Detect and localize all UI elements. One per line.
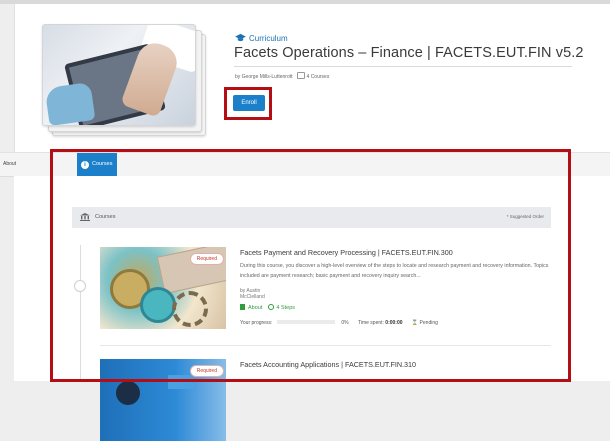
required-badge: Required	[189, 365, 224, 377]
progress-bar	[277, 320, 336, 324]
courses-section-label: Courses	[95, 214, 116, 220]
time-spent-value: 0:00:00	[385, 320, 403, 326]
tab-courses[interactable]: i Courses	[77, 153, 117, 176]
progress-label: Your progress:	[240, 320, 273, 326]
progress-value: 0%	[341, 320, 349, 326]
graduation-cap-icon	[235, 33, 246, 42]
time-spent-label: Time spent:	[357, 320, 384, 326]
timeline-node	[74, 280, 86, 292]
curriculum-author: by George Mills-Luttenrott	[235, 74, 293, 80]
course-links: About 4 Steps	[240, 304, 295, 311]
course-steps-link[interactable]: 4 Steps	[276, 305, 295, 311]
coin-graphic	[140, 287, 176, 323]
course-divider	[100, 345, 551, 346]
building-icon	[80, 213, 90, 221]
info-icon: i	[81, 161, 89, 169]
gear-graphic	[172, 291, 208, 327]
book-icon	[240, 304, 245, 310]
steps-icon	[268, 304, 275, 310]
enroll-button[interactable]: Enroll	[233, 95, 265, 111]
course-thumbnail[interactable]: Required	[100, 247, 226, 329]
required-badge: Required	[189, 253, 224, 265]
suggested-order-note: * Suggested Order	[506, 214, 544, 219]
tab-courses-label: Courses	[92, 161, 113, 167]
hourglass-icon: ⌛	[411, 320, 419, 326]
course-progress: Your progress: 0% Time spent: 0:00:00 ⌛ P…	[240, 320, 438, 326]
course-author: by Austin McClelland	[240, 288, 265, 300]
course-title[interactable]: Facets Payment and Recovery Processing |…	[240, 248, 453, 257]
course-count: 4 Courses	[306, 74, 330, 80]
curriculum-meta: by George Mills-Luttenrott 4 Courses	[235, 72, 329, 80]
thumbnail-photo	[42, 24, 196, 126]
course-status: Pending	[419, 320, 438, 326]
title-divider	[234, 66, 572, 67]
course-thumbnail[interactable]: Required	[100, 359, 226, 441]
photo-graphic	[168, 375, 194, 389]
photo-glove	[44, 81, 96, 125]
course-timeline	[80, 245, 81, 381]
course-description: During this course, you discover a high-…	[240, 263, 549, 279]
page-title: Facets Operations – Finance | FACETS.EUT…	[234, 45, 584, 61]
course-title[interactable]: Facets Accounting Applications | FACETS.…	[240, 360, 416, 369]
course-count-icon	[296, 72, 305, 79]
courses-section-header: Courses * Suggested Order	[72, 207, 551, 228]
photo-graphic	[116, 381, 140, 405]
course-about-link[interactable]: About	[248, 305, 262, 311]
curriculum-type-label: Curriculum	[235, 33, 288, 43]
curriculum-thumbnail	[42, 24, 207, 139]
curriculum-type-text: Curriculum	[249, 34, 288, 43]
tab-about[interactable]: About	[3, 161, 16, 167]
